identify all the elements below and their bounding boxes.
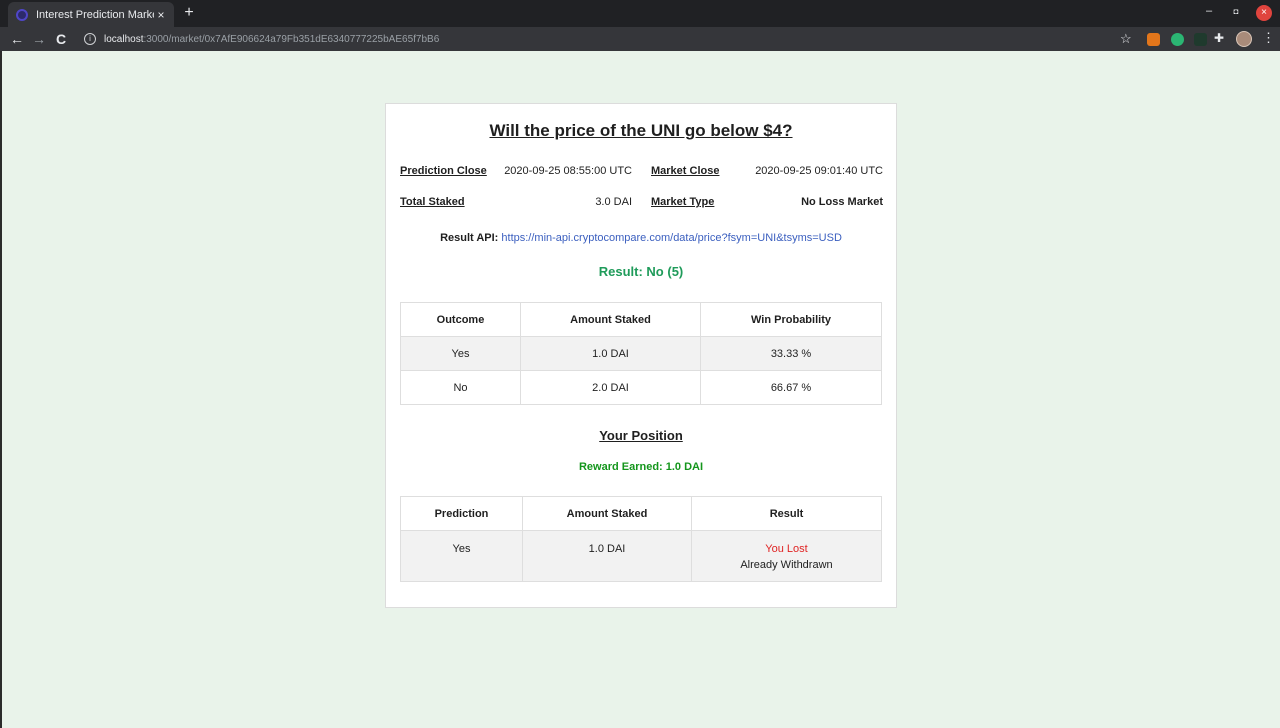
amount-cell: 1.0 DAI [520,336,701,371]
your-position-heading: Your Position [599,428,683,443]
address-bar[interactable]: i localhost:3000/market/0x7AfE906624a79F… [78,29,1138,49]
amount-staked-header: Amount Staked [520,302,701,337]
market-type-value: No Loss Market [801,196,883,208]
probability-cell: 66.67 % [700,370,882,405]
extension-icon[interactable] [1194,33,1207,46]
result-api-link[interactable]: https://min-api.cryptocompare.com/data/p… [501,232,842,244]
market-close-label: Market Close [651,165,720,177]
amount-cell: 1.0 DAI [522,530,692,582]
result-api: Result API: https://min-api.cryptocompar… [386,232,896,244]
table-row: Yes 1.0 DAI You Lost Already Withdrawn [400,530,882,582]
table-row: No 2.0 DAI 66.67 % [400,370,882,405]
url-path: :3000/market/0x7AfE906624a79Fb351dE63407… [143,33,440,45]
total-staked-label: Total Staked [400,196,465,208]
total-staked-value: 3.0 DAI [595,196,632,208]
minimize-button[interactable]: – [1201,5,1217,17]
site-favicon-icon [16,8,28,21]
browser-menu-icon[interactable]: ⋮ [1262,30,1275,46]
tab-close-icon[interactable]: × [154,8,168,22]
tab-title: Interest Prediction Marke [36,8,154,21]
outcomes-table: Outcome Amount Staked Win Probability Ye… [400,302,882,405]
market-title: Will the price of the UNI go below $4? [489,121,793,140]
result-cell: You Lost Already Withdrawn [691,530,882,582]
back-button[interactable]: ← [9,30,25,48]
prediction-close-label: Prediction Close [400,165,487,177]
forward-button[interactable]: → [31,30,47,48]
outcome-cell: No [400,370,521,405]
grammarly-extension-icon[interactable] [1171,33,1184,46]
position-table: Prediction Amount Staked Result Yes 1.0 … [400,496,882,582]
url-text[interactable]: localhost:3000/market/0x7AfE906624a79Fb3… [104,34,439,45]
win-probability-header: Win Probability [700,302,882,337]
metamask-extension-icon[interactable] [1147,33,1160,46]
market-card: Will the price of the UNI go below $4? P… [385,103,897,608]
browser-toolbar: ← → C i localhost:3000/market/0x7AfE9066… [0,27,1280,51]
market-result: Result: No (5) [598,264,684,279]
you-lost-text: You Lost [765,543,808,555]
market-type-label: Market Type [651,196,715,208]
prediction-close-value: 2020-09-25 08:55:00 UTC [504,165,632,177]
result-api-label: Result API: [440,232,499,244]
reload-button[interactable]: C [53,30,69,48]
probability-cell: 33.33 % [700,336,882,371]
profile-avatar[interactable] [1236,31,1252,47]
bookmark-star-icon[interactable]: ☆ [1120,31,1132,47]
withdrawn-status: Already Withdrawn [740,559,833,571]
table-row: Yes 1.0 DAI 33.33 % [400,336,882,371]
restore-button[interactable]: ◘ [1228,7,1244,16]
reward-earned: Reward Earned: 1.0 DAI [578,461,704,473]
result-header: Result [691,496,882,531]
amount-staked-header: Amount Staked [522,496,692,531]
outcome-cell: Yes [400,336,521,371]
site-info-icon[interactable]: i [84,33,96,45]
new-tab-button[interactable]: + [180,4,198,22]
browser-tab[interactable]: Interest Prediction Marke × [8,2,174,27]
prediction-cell: Yes [400,530,523,582]
market-close-value: 2020-09-25 09:01:40 UTC [755,165,883,177]
outcome-header: Outcome [400,302,521,337]
page-left-edge [0,51,2,728]
close-window-button[interactable]: × [1256,5,1272,21]
prediction-header: Prediction [400,496,523,531]
amount-cell: 2.0 DAI [520,370,701,405]
tab-bar: Interest Prediction Marke × + – ◘ × [0,0,1280,27]
extensions-puzzle-icon[interactable]: ✚ [1214,31,1224,45]
url-host: localhost [104,33,144,45]
